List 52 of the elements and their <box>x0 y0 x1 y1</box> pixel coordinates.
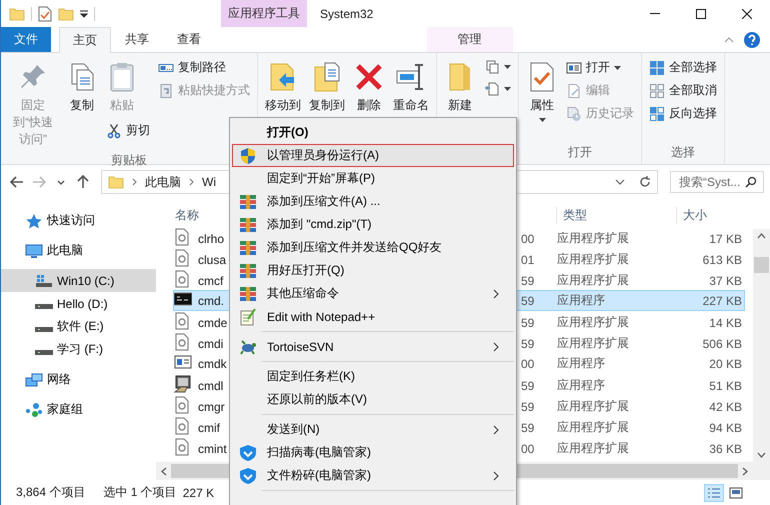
size-cell-text: 506 KB <box>702 336 743 350</box>
date-cell-text: 00 <box>521 442 536 456</box>
group-label: 剪贴板 <box>111 153 147 167</box>
date-cell-text: 00 <box>521 356 536 370</box>
type-cell-text: 应用程序扩展 <box>557 230 630 247</box>
date-cell-text: 01 <box>521 252 536 266</box>
file-name: cmif <box>198 420 220 434</box>
file-name: cmint <box>198 442 227 456</box>
date-cell-text: 59 <box>521 294 536 308</box>
size-cell-text: 42 KB <box>708 400 743 414</box>
file-name: cmde <box>198 316 228 330</box>
type-cell-text: 应用程序扩展 <box>557 251 630 268</box>
date-cell-text: 00 <box>521 232 536 246</box>
type-cell-text: 应用程序扩展 <box>557 335 630 352</box>
file-name: cmgr <box>198 400 225 414</box>
size-cell-text: 17 KB <box>708 232 743 246</box>
size-cell-text: 36 KB <box>708 442 743 456</box>
type-cell-text: 应用程序扩展 <box>557 272 630 289</box>
file-name: cmdk <box>198 356 227 370</box>
size-cell-text: 51 KB <box>708 378 743 392</box>
size-cell-text: 37 KB <box>708 274 743 288</box>
type-cell-text: 应用程序 <box>557 355 606 372</box>
file-name: cmdi <box>198 336 224 350</box>
file-name: cmd. <box>198 294 224 308</box>
type-cell-text: 应用程序扩展 <box>557 419 630 436</box>
group-label: 选择 <box>671 145 695 159</box>
group-label: 打开 <box>568 145 592 159</box>
file-name: cmcf <box>198 274 224 288</box>
date-cell-text: 59 <box>521 274 536 288</box>
file-name: cmdl <box>198 378 224 392</box>
selection-size: 227 K <box>182 486 214 500</box>
type-cell-text: 应用程序扩展 <box>557 440 630 457</box>
date-cell-text: 59 <box>521 400 536 414</box>
date-cell-text: 59 <box>521 378 536 392</box>
date-cell-text: 59 <box>521 336 536 350</box>
type-cell-text: 应用程序扩展 <box>557 398 630 415</box>
size-cell-text: 94 KB <box>708 420 743 434</box>
file-name: clusa <box>198 252 226 266</box>
date-cell-text: 59 <box>521 316 536 330</box>
size-cell-text: 227 KB <box>702 294 743 308</box>
selection-count: 选中 1 个项目 <box>103 484 177 501</box>
window-title: System32 <box>320 6 374 20</box>
item-count: 3,864 个项目 <box>16 484 86 501</box>
file-name: clrho <box>198 232 224 246</box>
size-cell-text: 14 KB <box>708 316 743 330</box>
type-cell-text: 应用程序 <box>557 292 606 309</box>
size-cell-text: 613 KB <box>702 252 743 266</box>
type-cell-text: 应用程序扩展 <box>557 314 630 331</box>
contextual-tab-header: 应用程序工具 <box>221 0 307 27</box>
date-cell-text: 59 <box>521 420 536 434</box>
type-cell-text: 应用程序 <box>557 377 606 394</box>
size-cell-text: 20 KB <box>708 356 743 370</box>
